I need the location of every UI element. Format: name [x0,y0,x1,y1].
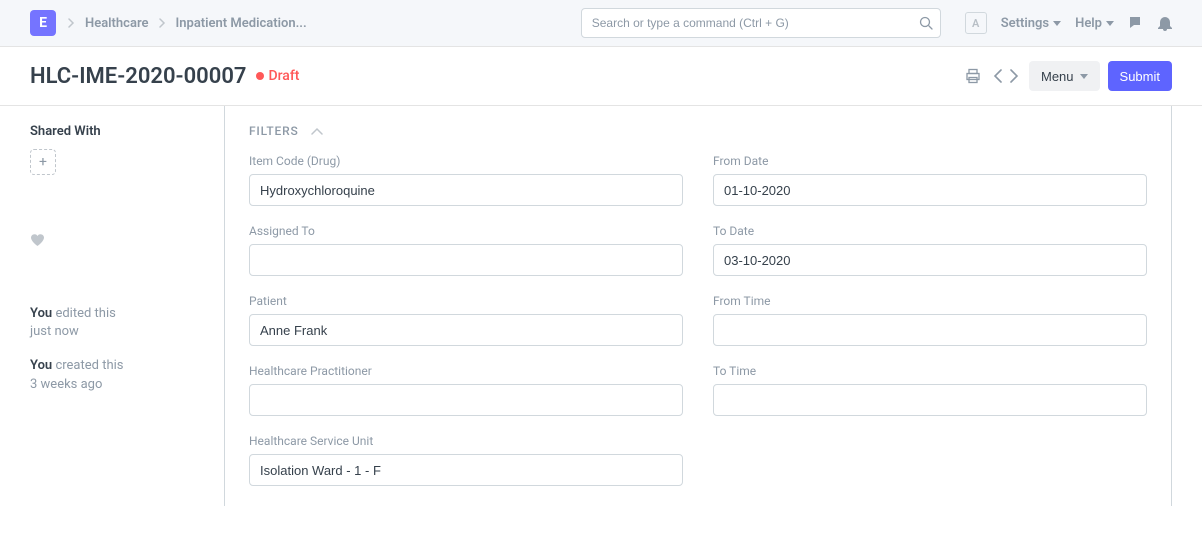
top-actions: A Settings Help [965,12,1172,34]
page-header: HLC-IME-2020-00007 Draft Menu Submit [0,47,1202,106]
timeline-when: just now [30,324,79,339]
help-link[interactable]: Help [1075,16,1114,31]
form-card: FILTERS Item Code (Drug) Assigned To [224,106,1172,506]
timeline-when: 3 weeks ago [30,377,102,392]
timeline-who: You [30,306,52,321]
user-avatar-letter: A [972,17,979,30]
topbar: E Healthcare Inpatient Medication... A S… [0,0,1202,47]
to-time-input[interactable] [713,384,1147,416]
chevron-up-icon [311,127,323,135]
item-code-input[interactable] [249,174,683,206]
field-label: From Time [713,294,1147,308]
app-logo-letter: E [39,15,47,31]
field-from-time: From Time [713,294,1147,346]
status-badge: Draft [268,68,299,84]
timeline-entry: You created this 3 weeks ago [30,357,200,393]
page-title: HLC-IME-2020-00007 [30,64,246,89]
status-indicator-icon [256,72,264,80]
submit-button[interactable]: Submit [1108,61,1172,91]
field-to-date: To Date [713,224,1147,276]
field-label: To Date [713,224,1147,238]
chat-icon[interactable] [1128,15,1144,31]
breadcrumb-item[interactable]: Healthcare [85,16,149,31]
breadcrumb-item[interactable]: Inpatient Medication... [176,16,307,31]
from-date-input[interactable] [713,174,1147,206]
section-title: FILTERS [249,124,299,138]
breadcrumb: Healthcare Inpatient Medication... [68,16,307,31]
main-layout: Shared With + You edited this just now Y… [0,106,1202,536]
field-label: Assigned To [249,224,683,238]
from-time-input[interactable] [713,314,1147,346]
submit-button-label: Submit [1120,69,1160,84]
shared-with-heading: Shared With [30,124,200,139]
field-patient: Patient [249,294,683,346]
practitioner-input[interactable] [249,384,683,416]
field-label: Healthcare Service Unit [249,434,683,448]
add-share-button[interactable]: + [30,149,56,175]
sidebar: Shared With + You edited this just now Y… [0,106,224,536]
user-avatar[interactable]: A [965,12,987,34]
timeline-action: edited this [55,306,115,321]
help-label: Help [1075,16,1102,31]
menu-button[interactable]: Menu [1029,61,1100,91]
field-label: Item Code (Drug) [249,154,683,168]
caret-down-icon [1053,21,1061,26]
record-nav [991,67,1021,85]
settings-link[interactable]: Settings [1001,16,1061,31]
field-item-code: Item Code (Drug) [249,154,683,206]
field-assigned-to: Assigned To [249,224,683,276]
fields-grid: Item Code (Drug) Assigned To Patient Hea… [249,154,1147,486]
field-label: Patient [249,294,683,308]
timeline-action: created this [55,358,123,373]
right-column: From Date To Date From Time To Time [713,154,1147,416]
prev-record[interactable] [991,67,1005,85]
bell-icon[interactable] [1158,15,1172,31]
chevron-right-icon [68,18,75,28]
field-service-unit: Healthcare Service Unit [249,434,683,486]
field-to-time: To Time [713,364,1147,416]
assigned-to-input[interactable] [249,244,683,276]
like-icon[interactable] [30,233,200,247]
field-label: From Date [713,154,1147,168]
caret-down-icon [1080,74,1088,79]
page-actions: Menu Submit [963,61,1172,91]
settings-label: Settings [1001,16,1049,31]
search-container [581,8,941,38]
timeline: You edited this just now You created thi… [30,305,200,394]
field-from-date: From Date [713,154,1147,206]
service-unit-input[interactable] [249,454,683,486]
menu-button-label: Menu [1041,69,1074,84]
timeline-entry: You edited this just now [30,305,200,341]
next-record[interactable] [1007,67,1021,85]
field-practitioner: Healthcare Practitioner [249,364,683,416]
field-label: Healthcare Practitioner [249,364,683,378]
patient-input[interactable] [249,314,683,346]
left-column: Item Code (Drug) Assigned To Patient Hea… [249,154,683,486]
field-label: To Time [713,364,1147,378]
to-date-input[interactable] [713,244,1147,276]
search-input[interactable] [581,8,941,38]
search-icon [919,16,933,30]
chevron-right-icon [159,18,166,28]
caret-down-icon [1106,21,1114,26]
app-logo[interactable]: E [30,10,56,36]
timeline-who: You [30,358,52,373]
form-canvas: FILTERS Item Code (Drug) Assigned To [224,106,1202,536]
print-icon[interactable] [963,66,983,86]
section-header[interactable]: FILTERS [249,124,1147,138]
